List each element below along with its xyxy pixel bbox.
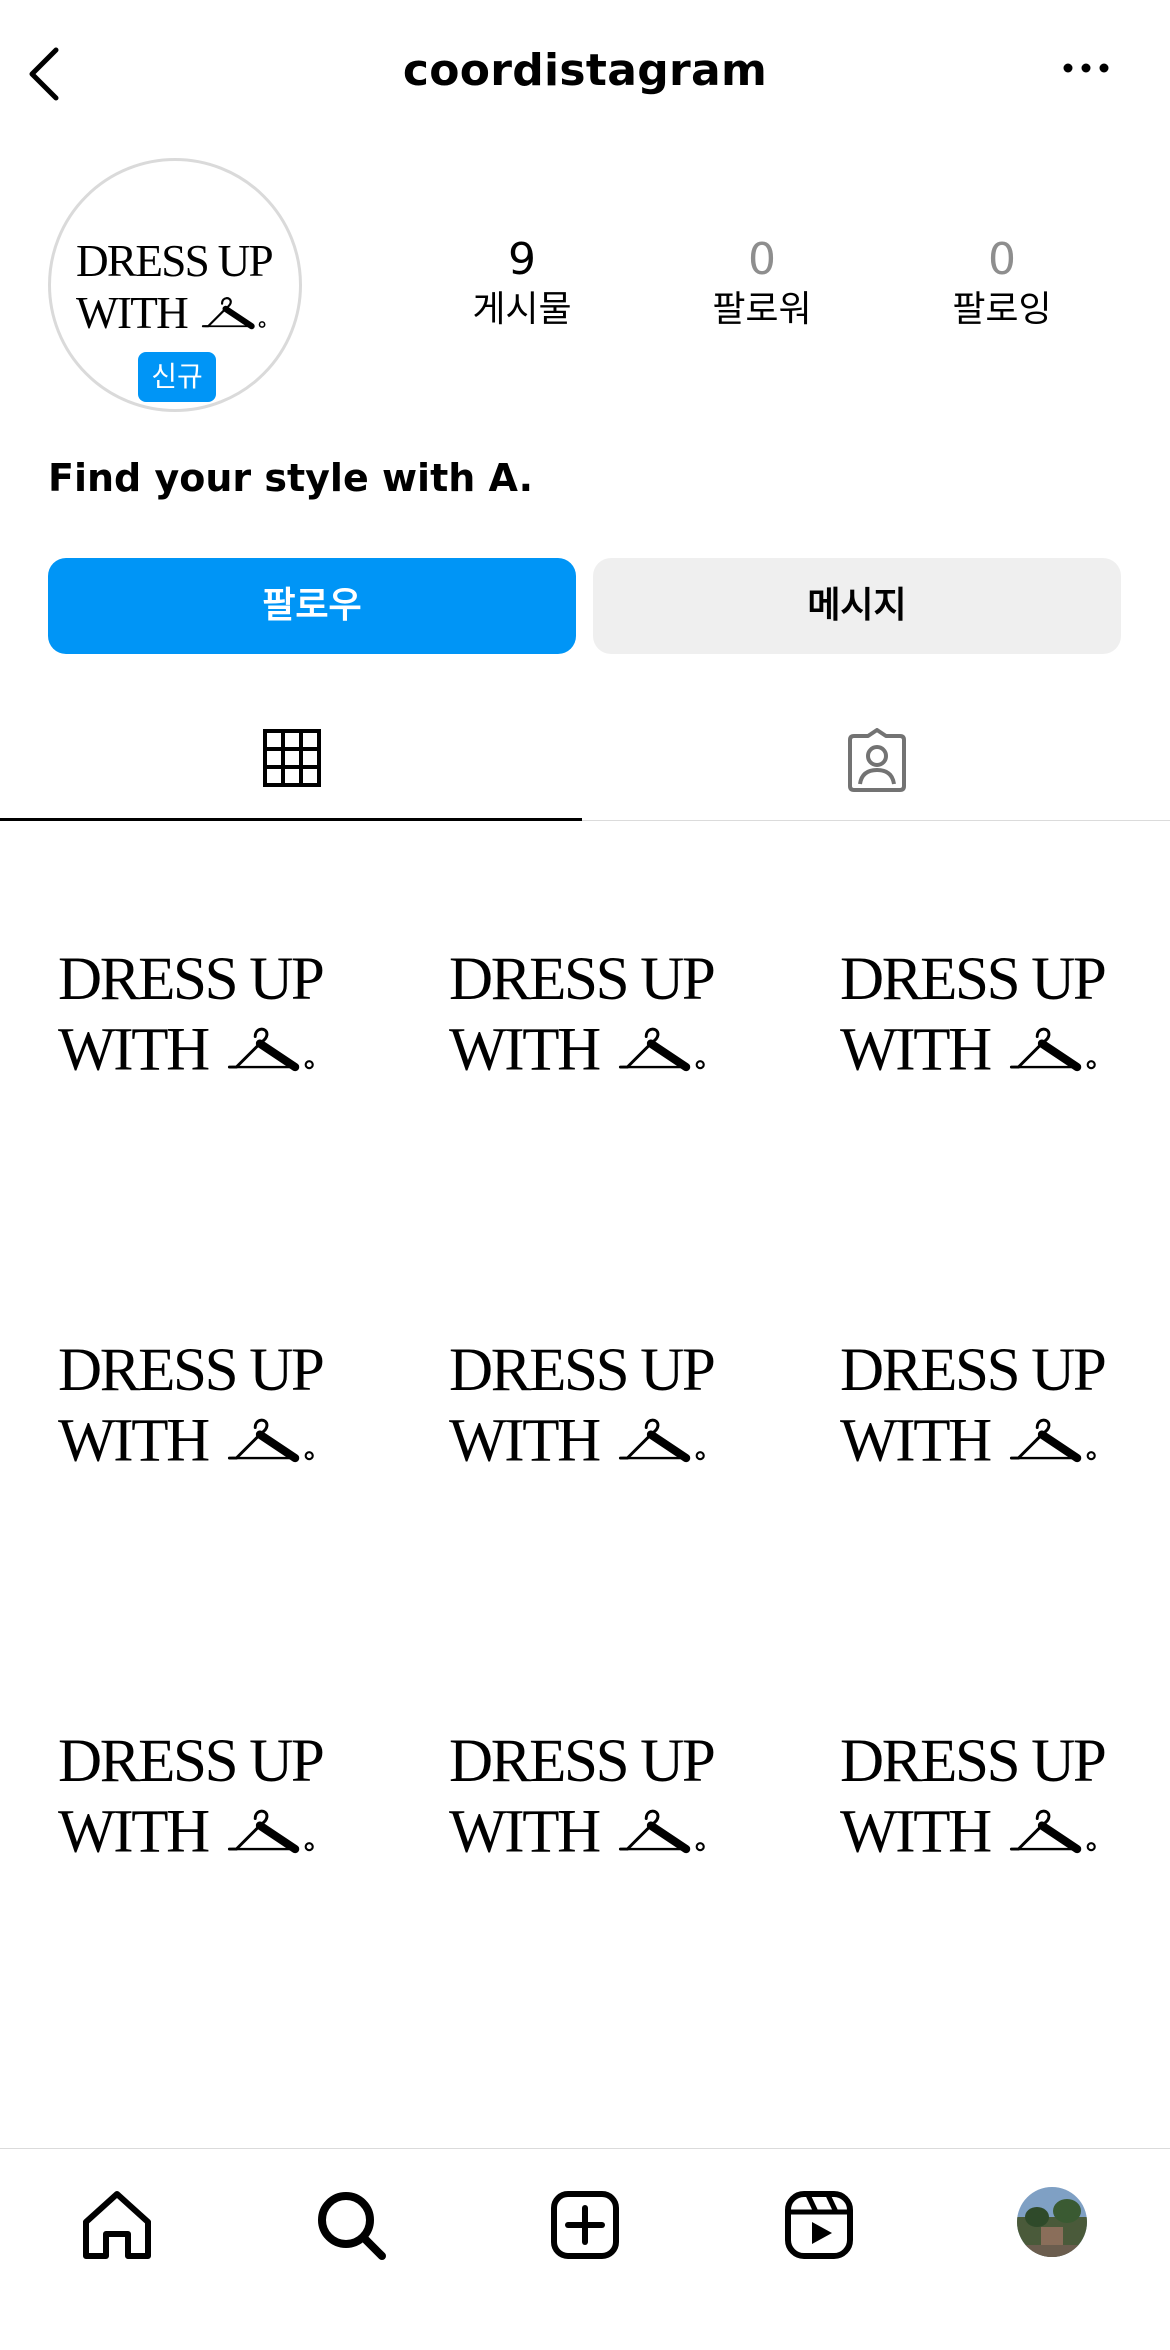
post-thumbnail[interactable] <box>0 822 389 1211</box>
post-thumbnail[interactable] <box>782 1213 1170 1602</box>
post-thumbnail[interactable] <box>391 1604 780 1993</box>
tab-posts-grid[interactable] <box>0 700 582 820</box>
tab-tagged[interactable] <box>582 700 1164 820</box>
grid-icon <box>263 729 321 787</box>
dress-up-logo <box>76 241 276 337</box>
nav-profile-avatar[interactable] <box>1017 2187 1087 2257</box>
bottom-nav-divider <box>0 2148 1170 2149</box>
following-value: 0 <box>988 234 1016 285</box>
post-thumbnail[interactable] <box>782 822 1170 1211</box>
post-thumbnail[interactable] <box>0 1604 389 1993</box>
nav-reels[interactable] <box>774 2180 864 2270</box>
profile-avatar-image <box>1017 2187 1087 2257</box>
tagged-icon <box>848 728 906 792</box>
active-tab-indicator <box>0 818 582 821</box>
search-icon <box>318 2192 386 2260</box>
post-thumbnail[interactable] <box>0 1213 389 1602</box>
nav-search[interactable] <box>306 2180 396 2270</box>
message-button[interactable]: 메시지 <box>593 558 1121 654</box>
posts-count[interactable]: 9 게시물 <box>422 236 622 332</box>
profile-bio: Find your style with A. <box>48 456 534 500</box>
dress-up-logo <box>449 952 719 1081</box>
post-thumbnail[interactable] <box>391 1213 780 1602</box>
dress-up-logo <box>449 1343 719 1472</box>
dress-up-logo <box>840 952 1110 1081</box>
following-count[interactable]: 0 팔로잉 <box>902 236 1102 332</box>
profile-username: coordistagram <box>402 45 768 96</box>
follow-button[interactable]: 팔로우 <box>48 558 576 654</box>
create-icon <box>551 2191 619 2259</box>
reels-icon <box>785 2191 853 2259</box>
dress-up-logo <box>840 1343 1110 1472</box>
followers-value: 0 <box>748 234 776 285</box>
followers-count[interactable]: 0 팔로워 <box>662 236 862 332</box>
posts-value: 9 <box>508 234 536 285</box>
nav-home[interactable] <box>72 2180 162 2270</box>
dress-up-logo <box>449 1734 719 1863</box>
more-icon <box>1063 63 1109 73</box>
dress-up-logo <box>58 1734 328 1863</box>
nav-create[interactable] <box>540 2180 630 2270</box>
followers-label: 팔로워 <box>712 289 812 330</box>
dress-up-logo <box>58 952 328 1081</box>
new-badge: 신규 <box>138 352 216 402</box>
following-label: 팔로잉 <box>952 289 1052 330</box>
dress-up-logo <box>840 1734 1110 1863</box>
post-thumbnail[interactable] <box>782 1604 1170 1993</box>
more-options-button[interactable] <box>1058 58 1118 78</box>
posts-label: 게시물 <box>472 289 572 330</box>
dress-up-logo <box>58 1343 328 1472</box>
post-thumbnail[interactable] <box>391 822 780 1211</box>
home-icon <box>83 2191 151 2259</box>
